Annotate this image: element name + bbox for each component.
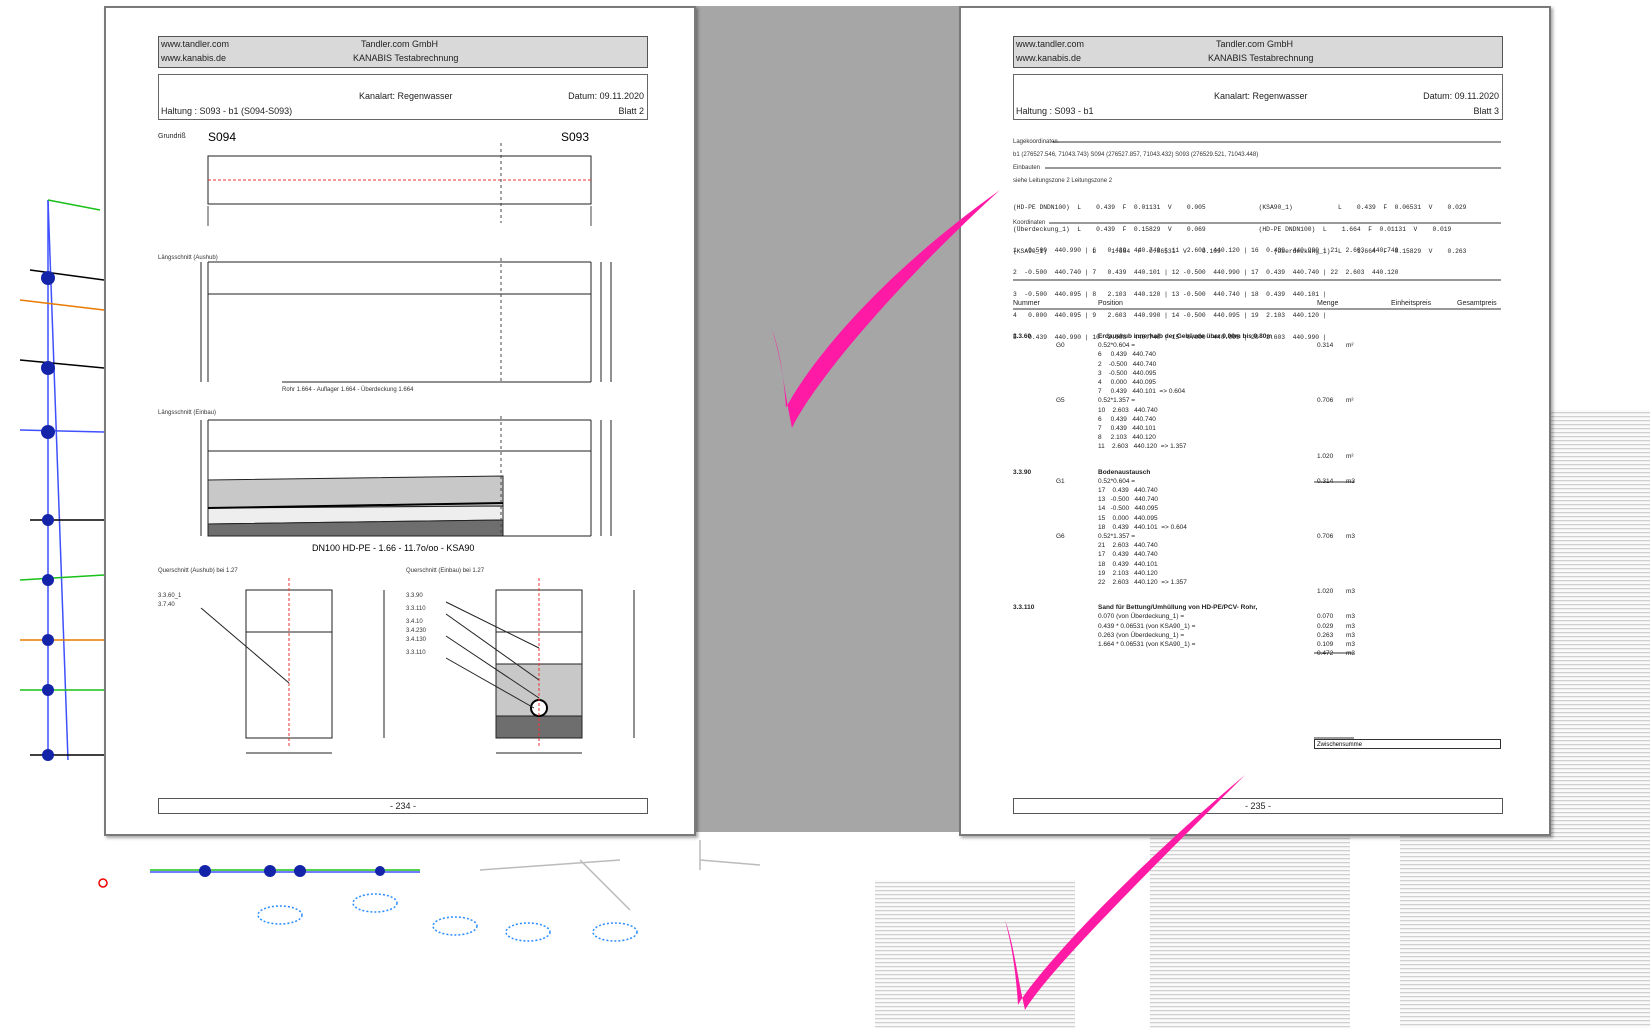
checkmark-icon: [1005, 775, 1245, 1010]
checkmark-icon: [772, 190, 1000, 428]
checkmark-overlay: [772, 190, 1245, 1010]
